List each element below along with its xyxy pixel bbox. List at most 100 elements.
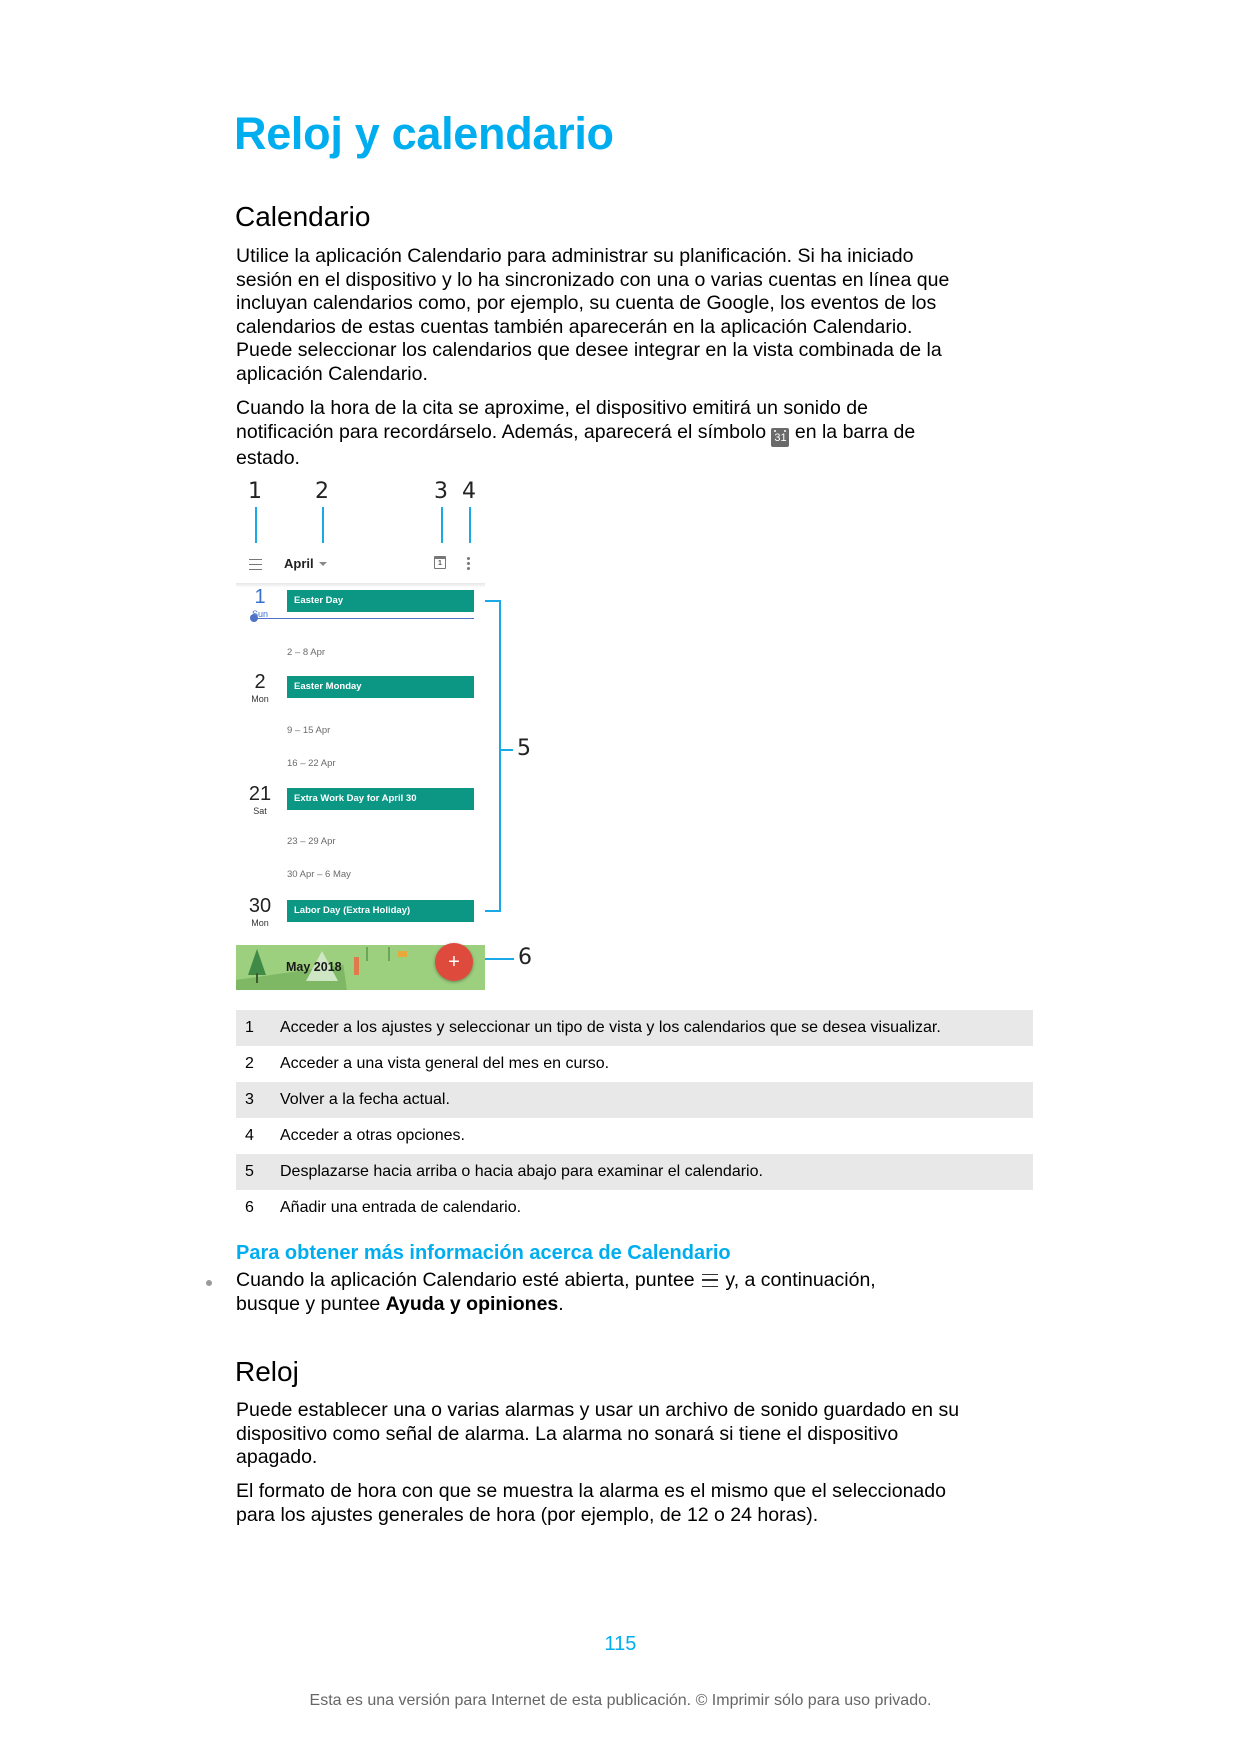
footer-notice: Esta es una versión para Internet de est… bbox=[309, 1692, 932, 1709]
row-text: Acceder a los ajustes y seleccionar un t… bbox=[280, 1019, 941, 1036]
text-line: apagado. bbox=[236, 1446, 318, 1469]
row-text: Añadir una entrada de calendario. bbox=[280, 1199, 522, 1216]
table-row: 6 Añadir una entrada de calendario. bbox=[236, 1190, 1033, 1226]
calendar-today-icon[interactable]: 1 bbox=[434, 556, 446, 569]
tree-icon bbox=[248, 949, 266, 975]
text-line: para los ajustes generales de hora (por … bbox=[236, 1503, 819, 1526]
callout-number-6: 6 bbox=[518, 945, 532, 970]
week-range: 9 – 15 Apr bbox=[287, 725, 331, 736]
calendar-notification-paragraph: Cuando la hora de la cita se aproxime, e… bbox=[236, 397, 1036, 470]
calendar-intro-paragraph: Utilice la aplicación Calendario para ad… bbox=[236, 245, 1036, 387]
text-line: estado. bbox=[236, 446, 300, 469]
day-name: Mon bbox=[251, 918, 269, 928]
calendar-app-screenshot: April 1 1 Sun Easter Day 2 – 8 Apr 2 Mon… bbox=[236, 543, 485, 990]
month-label: April bbox=[284, 556, 314, 571]
row-number: 1 bbox=[245, 1019, 254, 1036]
calendar-figure: 1 2 3 4 5 6 April 1 1 Sun Easter Day 2 –… bbox=[0, 0, 1241, 1000]
day-name: Mon bbox=[251, 694, 269, 704]
section-heading-reloj: Reloj bbox=[235, 1356, 299, 1387]
row-text: Acceder a una vista general del mes en c… bbox=[280, 1055, 610, 1072]
event-labor-day[interactable]: Labor Day (Extra Holiday) bbox=[287, 900, 474, 922]
month-selector[interactable]: April bbox=[284, 556, 328, 571]
caret-down-icon bbox=[319, 562, 328, 566]
person-illustration bbox=[354, 957, 359, 975]
text-line: notificación para recordárselo. Además, … bbox=[236, 421, 1036, 447]
dot bbox=[467, 567, 470, 570]
event-extra-work-day[interactable]: Extra Work Day for April 30 bbox=[287, 788, 474, 810]
current-time-dot bbox=[250, 614, 258, 622]
clock-paragraph-1: Puede establecer una o varias alarmas y … bbox=[236, 1399, 1036, 1470]
text-line: El formato de hora con que se muestra la… bbox=[236, 1480, 946, 1502]
row-number: 3 bbox=[245, 1091, 254, 1108]
callout-line-5 bbox=[501, 749, 513, 751]
table-row: 5 Desplazarse hacia arriba o hacia abajo … bbox=[236, 1154, 1033, 1190]
text-line: Puede establecer una o varias alarmas y … bbox=[236, 1399, 960, 1421]
dot bbox=[467, 557, 470, 560]
callout-bracket-vertical bbox=[499, 600, 501, 912]
row-number: 5 bbox=[245, 1163, 254, 1180]
callout-number-2: 2 bbox=[315, 479, 329, 504]
header-shadow bbox=[236, 583, 485, 587]
text-segment: . bbox=[558, 1293, 564, 1315]
more-vert-icon[interactable] bbox=[467, 557, 470, 570]
row-number: 6 bbox=[245, 1199, 254, 1216]
text-line: busque y puntee Ayuda y opiniones. bbox=[236, 1292, 1036, 1316]
day-number: 1 bbox=[254, 586, 266, 608]
day-number: 30 bbox=[248, 895, 272, 917]
more-info-bullet: Cuando la aplicación Calendario esté abi… bbox=[236, 1268, 1036, 1316]
text-line: Cuando la aplicación Calendario esté abi… bbox=[236, 1268, 1036, 1292]
table-row: 2 Acceder a una vista general del mes en … bbox=[236, 1046, 1033, 1082]
bullet-icon bbox=[206, 1280, 212, 1286]
week-range: 30 Apr – 6 May bbox=[287, 869, 351, 880]
text-line: dispositivo como señal de alarma. La ala… bbox=[236, 1422, 899, 1445]
month-banner-label: May 2018 bbox=[286, 960, 342, 974]
hamburger-menu-icon[interactable] bbox=[249, 559, 262, 570]
day-name: Sat bbox=[253, 806, 267, 816]
text-line: aplicación Calendario. bbox=[236, 362, 428, 385]
text-line: Puede seleccionar los calendarios que de… bbox=[236, 339, 942, 362]
page-title: Reloj y calendario bbox=[234, 108, 614, 159]
page-number: 115 bbox=[604, 1633, 637, 1655]
table-row: 1 Acceder a los ajustes y seleccionar un … bbox=[236, 1010, 1033, 1046]
text-line: incluyan calendarios como, por ejemplo, … bbox=[236, 292, 937, 315]
callout-number-3: 3 bbox=[434, 479, 448, 504]
week-range: 2 – 8 Apr bbox=[287, 647, 326, 658]
table-row: 3 Volver a la fecha actual. bbox=[236, 1082, 1033, 1118]
text-line: sesión en el dispositivo y lo ha sincron… bbox=[236, 268, 950, 291]
campfire-illustration bbox=[398, 951, 407, 957]
table-row: 4 Acceder a otras opciones. bbox=[236, 1118, 1033, 1154]
week-range: 23 – 29 Apr bbox=[287, 836, 336, 847]
grass-illustration bbox=[366, 947, 390, 961]
menu-bar bbox=[249, 563, 262, 565]
text-segment: notificación para recordárselo. Además, … bbox=[236, 420, 772, 443]
day-number: 21 bbox=[248, 783, 272, 805]
text-line: Utilice la aplicación Calendario para ad… bbox=[236, 245, 914, 267]
add-event-fab[interactable]: + bbox=[435, 943, 473, 981]
event-easter-monday[interactable]: Easter Monday bbox=[287, 676, 474, 698]
callout-legend-table: 1 Acceder a los ajustes y seleccionar un … bbox=[236, 1010, 1033, 1226]
clock-paragraph-2: El formato de hora con que se muestra la… bbox=[236, 1480, 1036, 1527]
event-easter-day[interactable]: Easter Day bbox=[287, 590, 474, 612]
section-heading-calendario: Calendario bbox=[235, 201, 371, 232]
row-text: Desplazarse hacia arriba o hacia abajo p… bbox=[280, 1163, 763, 1180]
text-segment: Cuando la aplicación Calendario esté abi… bbox=[236, 1269, 700, 1291]
week-range: 16 – 22 Apr bbox=[287, 758, 336, 769]
row-text: Acceder a otras opciones. bbox=[280, 1127, 465, 1144]
callout-number-5: 5 bbox=[517, 736, 531, 761]
text-line: Cuando la hora de la cita se aproxime, e… bbox=[236, 397, 868, 419]
dot bbox=[467, 562, 470, 565]
tree-trunk bbox=[256, 973, 258, 983]
text-segment: y, a continuación, bbox=[719, 1269, 876, 1291]
day-number: 2 bbox=[254, 671, 266, 693]
hamburger-menu-icon bbox=[701, 1274, 718, 1287]
row-number: 2 bbox=[245, 1055, 254, 1072]
text-line: calendarios de estas cuentas también apa… bbox=[236, 315, 913, 338]
row-text: Volver a la fecha actual. bbox=[280, 1091, 450, 1108]
text-segment: busque y puntee bbox=[236, 1293, 386, 1315]
text-segment: en la barra de bbox=[789, 420, 916, 443]
ui-term: Ayuda y opiniones bbox=[385, 1293, 559, 1315]
more-info-heading: Para obtener más información acerca de C… bbox=[236, 1242, 731, 1264]
row-number: 4 bbox=[245, 1127, 254, 1144]
callout-number-1: 1 bbox=[248, 479, 262, 504]
current-time-line bbox=[254, 618, 474, 619]
